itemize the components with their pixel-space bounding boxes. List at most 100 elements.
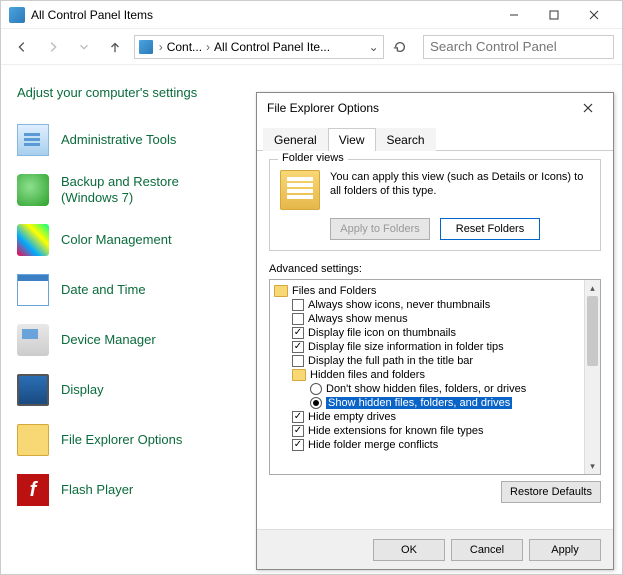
- forward-button[interactable]: [40, 34, 65, 60]
- cp-item-label[interactable]: Color Management: [61, 232, 172, 248]
- tree-group-files-folders[interactable]: Files and Folders: [272, 284, 582, 298]
- folder-icon: [274, 285, 288, 297]
- folder-views-group: Folder views You can apply this view (su…: [269, 159, 601, 251]
- checkbox-icon[interactable]: [292, 439, 304, 451]
- breadcrumb-sep-icon: ›: [157, 40, 165, 54]
- tree-item-hide-empty-drives[interactable]: Hide empty drives: [272, 410, 582, 424]
- recent-dropdown[interactable]: [71, 34, 96, 60]
- dialog-title-bar: File Explorer Options: [257, 93, 613, 123]
- tree-label: Files and Folders: [292, 285, 376, 297]
- cp-item-label[interactable]: Backup and Restore (Windows 7): [61, 174, 231, 205]
- scroll-down-icon[interactable]: ▾: [585, 458, 600, 474]
- folder-views-legend: Folder views: [278, 152, 348, 164]
- checkbox-icon[interactable]: [292, 411, 304, 423]
- tree-label: Display file size information in folder …: [308, 341, 504, 353]
- tab-general[interactable]: General: [263, 128, 328, 151]
- refresh-button[interactable]: [390, 36, 411, 58]
- cancel-button[interactable]: Cancel: [451, 539, 523, 561]
- folder-views-icon: [280, 170, 320, 210]
- tree-item-size-tips[interactable]: Display file size information in folder …: [272, 340, 582, 354]
- tree-item-file-icon-thumb[interactable]: Display file icon on thumbnails: [272, 326, 582, 340]
- tree-label: Hide empty drives: [308, 411, 396, 423]
- cp-item-label[interactable]: Display: [61, 382, 104, 398]
- address-bar[interactable]: › Cont... › All Control Panel Ite... ⌄: [134, 35, 384, 59]
- cp-item-label[interactable]: Administrative Tools: [61, 132, 176, 148]
- advanced-settings-label: Advanced settings:: [269, 263, 601, 275]
- radio-icon[interactable]: [310, 383, 322, 395]
- tree-label: Always show icons, never thumbnails: [308, 299, 490, 311]
- dialog-title: File Explorer Options: [267, 101, 573, 115]
- maximize-button[interactable]: [534, 3, 574, 27]
- tree-label: Display file icon on thumbnails: [308, 327, 456, 339]
- checkbox-icon[interactable]: [292, 299, 304, 311]
- cp-item-label[interactable]: File Explorer Options: [61, 432, 182, 448]
- date-time-icon: [17, 274, 49, 306]
- tree-item-full-path[interactable]: Display the full path in the title bar: [272, 354, 582, 368]
- tree-label: Hide extensions for known file types: [308, 425, 483, 437]
- apply-to-folders-button[interactable]: Apply to Folders: [330, 218, 430, 240]
- checkbox-icon[interactable]: [292, 313, 304, 325]
- tree-item-always-icons[interactable]: Always show icons, never thumbnails: [272, 298, 582, 312]
- checkbox-icon[interactable]: [292, 425, 304, 437]
- flash-player-icon: f: [17, 474, 49, 506]
- address-dropdown-icon[interactable]: ⌄: [365, 40, 383, 54]
- restore-defaults-button[interactable]: Restore Defaults: [501, 481, 601, 503]
- checkbox-icon[interactable]: [292, 355, 304, 367]
- scroll-track[interactable]: [585, 296, 600, 458]
- apply-button[interactable]: Apply: [529, 539, 601, 561]
- breadcrumb-sep-icon: ›: [204, 40, 212, 54]
- close-button[interactable]: [574, 3, 614, 27]
- tab-body: Folder views You can apply this view (su…: [257, 151, 613, 511]
- tree-scroll-area[interactable]: Files and Folders Always show icons, nev…: [270, 280, 584, 474]
- minimize-button[interactable]: [494, 3, 534, 27]
- dialog-footer: OK Cancel Apply: [257, 529, 613, 569]
- device-manager-icon: [17, 324, 49, 356]
- tree-label: Display the full path in the title bar: [308, 355, 473, 367]
- file-explorer-options-dialog: File Explorer Options General View Searc…: [256, 92, 614, 570]
- ok-button[interactable]: OK: [373, 539, 445, 561]
- tab-view[interactable]: View: [328, 128, 376, 151]
- cp-item-label[interactable]: Date and Time: [61, 282, 146, 298]
- tree-item-hide-extensions[interactable]: Hide extensions for known file types: [272, 424, 582, 438]
- title-bar: All Control Panel Items: [1, 1, 622, 29]
- tree-item-hide-merge-conflicts[interactable]: Hide folder merge conflicts: [272, 438, 582, 452]
- scrollbar[interactable]: ▴ ▾: [584, 280, 600, 474]
- cp-item-label[interactable]: Device Manager: [61, 332, 156, 348]
- tree-item-always-menus[interactable]: Always show menus: [272, 312, 582, 326]
- checkbox-icon[interactable]: [292, 341, 304, 353]
- tree-radio-dont-show-hidden[interactable]: Don't show hidden files, folders, or dri…: [272, 382, 582, 396]
- control-panel-icon: [9, 7, 25, 23]
- tab-strip: General View Search: [257, 123, 613, 151]
- tree-label: Show hidden files, folders, and drives: [326, 397, 512, 409]
- breadcrumb-1[interactable]: Cont...: [167, 40, 202, 54]
- tree-label: Don't show hidden files, folders, or dri…: [326, 383, 526, 395]
- flash-letter: f: [30, 479, 37, 502]
- dialog-close-button[interactable]: [573, 96, 603, 120]
- tree-label: Hide folder merge conflicts: [308, 439, 438, 451]
- search-input[interactable]: [423, 35, 614, 59]
- scroll-thumb[interactable]: [587, 296, 598, 366]
- file-explorer-options-icon: [17, 424, 49, 456]
- reset-folders-button[interactable]: Reset Folders: [440, 218, 540, 240]
- address-icon: [139, 40, 153, 54]
- folder-icon: [292, 369, 306, 381]
- backup-icon: [17, 174, 49, 206]
- up-button[interactable]: [103, 34, 128, 60]
- admin-tools-icon: [17, 124, 49, 156]
- tree-radio-show-hidden[interactable]: Show hidden files, folders, and drives: [272, 396, 582, 410]
- folder-views-text: You can apply this view (such as Details…: [330, 170, 590, 210]
- tab-search[interactable]: Search: [376, 128, 436, 151]
- display-icon: [17, 374, 49, 406]
- color-mgmt-icon: [17, 224, 49, 256]
- cp-item-label[interactable]: Flash Player: [61, 482, 133, 498]
- tree-label: Hidden files and folders: [310, 369, 425, 381]
- window-title: All Control Panel Items: [31, 8, 494, 22]
- radio-icon[interactable]: [310, 397, 322, 409]
- checkbox-icon[interactable]: [292, 327, 304, 339]
- nav-bar: › Cont... › All Control Panel Ite... ⌄: [1, 29, 622, 65]
- breadcrumb-2[interactable]: All Control Panel Ite...: [214, 40, 330, 54]
- scroll-up-icon[interactable]: ▴: [585, 280, 600, 296]
- back-button[interactable]: [9, 34, 34, 60]
- tree-group-hidden-files[interactable]: Hidden files and folders: [272, 368, 582, 382]
- tree-label: Always show menus: [308, 313, 408, 325]
